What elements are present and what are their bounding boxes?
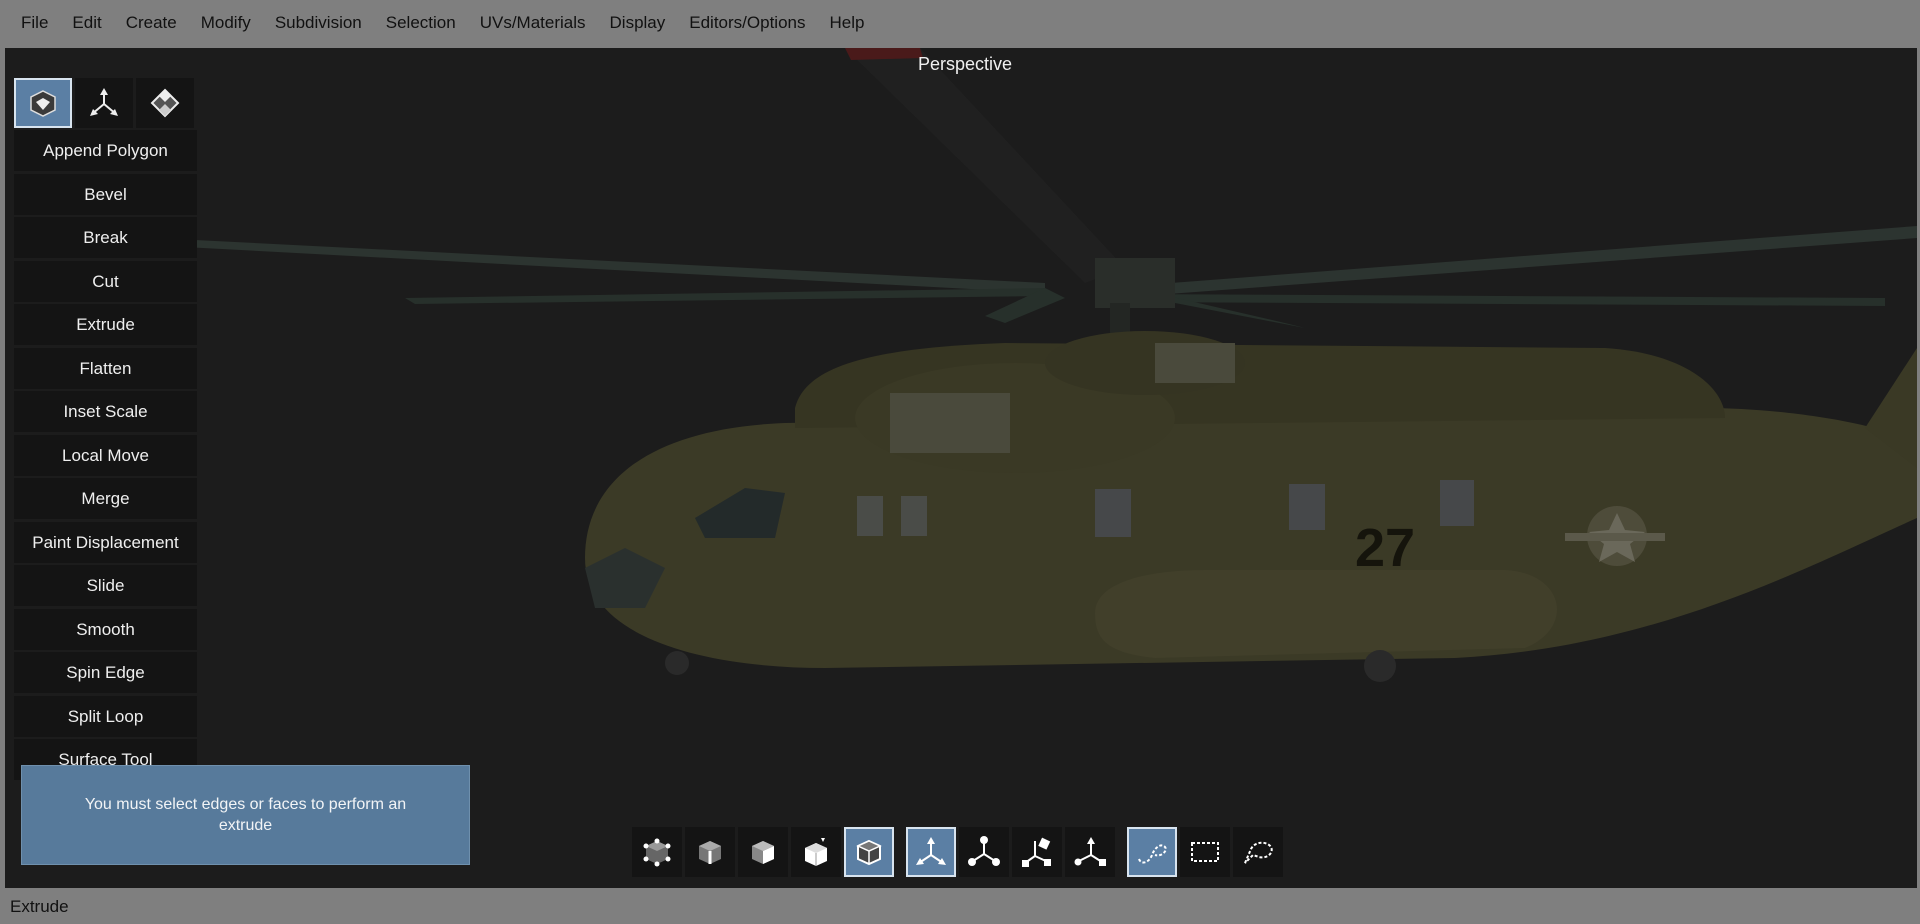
tool-smooth[interactable]: Smooth: [14, 608, 197, 650]
warning-message: You must select edges or faces to perfor…: [21, 765, 470, 865]
box-select-button[interactable]: [1180, 827, 1230, 877]
tool-spin-edge[interactable]: Spin Edge: [14, 652, 197, 693]
vertex-select-icon: [643, 838, 671, 867]
status-bar: Extrude: [0, 890, 1920, 924]
edge-select-button[interactable]: [685, 827, 735, 877]
menu-file[interactable]: File: [0, 0, 60, 46]
polygon-mode-button[interactable]: [14, 78, 73, 128]
face-select-icon: [752, 841, 774, 864]
model-marking: 27: [1355, 518, 1415, 578]
edge-select-icon: [699, 841, 721, 864]
tool-inset-scale[interactable]: Inset Scale: [14, 391, 197, 432]
scale-icon: [968, 836, 1000, 866]
helicopter-model: [155, 48, 1917, 682]
uv-mode-button[interactable]: [136, 78, 195, 128]
universal-manipulator-button[interactable]: [1065, 827, 1115, 877]
rotate-tool-button[interactable]: [1012, 827, 1062, 877]
vertex-select-button[interactable]: [632, 827, 682, 877]
menu-uvs-materials[interactable]: UVs/Materials: [468, 0, 598, 46]
box-select-icon: [1191, 842, 1219, 862]
menu-subdivision[interactable]: Subdivision: [263, 0, 374, 46]
freeform-select-icon: [1244, 841, 1273, 864]
svg-text:27: 27: [1355, 518, 1415, 578]
transform-mode-button[interactable]: [75, 78, 134, 128]
tool-split-loop[interactable]: Split Loop: [14, 695, 197, 737]
tool-extrude[interactable]: Extrude: [14, 304, 197, 345]
lasso-select-button[interactable]: [1127, 827, 1177, 877]
object-select-icon: [805, 838, 827, 866]
uv-mode-icon: [150, 88, 180, 118]
menu-bar: File Edit Create Modify Subdivision Sele…: [0, 0, 1920, 46]
tool-slide[interactable]: Slide: [14, 565, 197, 606]
menu-create[interactable]: Create: [114, 0, 189, 46]
mode-switcher: [14, 78, 197, 128]
tool-list: Append Polygon Bevel Break Cut Extrude F…: [14, 130, 197, 822]
bottom-toolbar: [632, 827, 1286, 879]
tool-cut[interactable]: Cut: [14, 260, 197, 302]
multi-select-icon: [856, 839, 882, 866]
universal-manipulator-icon: [1074, 837, 1106, 866]
tool-panel: Append Polygon Bevel Break Cut Extrude F…: [14, 78, 197, 822]
menu-edit[interactable]: Edit: [60, 0, 113, 46]
freeform-select-button[interactable]: [1233, 827, 1283, 877]
viewport-label: Perspective: [917, 54, 1013, 74]
menu-editors-options[interactable]: Editors/Options: [677, 0, 817, 46]
transform-mode-icon: [90, 88, 119, 116]
tool-break[interactable]: Break: [14, 217, 197, 258]
status-text: Extrude: [10, 897, 69, 916]
move-icon: [916, 837, 946, 865]
tool-append-polygon[interactable]: Append Polygon: [14, 130, 197, 171]
menu-selection[interactable]: Selection: [374, 0, 468, 46]
tool-flatten[interactable]: Flatten: [14, 347, 197, 389]
tool-local-move[interactable]: Local Move: [14, 434, 197, 476]
rotate-icon: [1022, 837, 1051, 867]
tool-bevel[interactable]: Bevel: [14, 173, 197, 215]
tool-merge[interactable]: Merge: [14, 478, 197, 519]
tool-paint-displacement[interactable]: Paint Displacement: [14, 521, 197, 563]
menu-help[interactable]: Help: [818, 0, 877, 46]
move-tool-button[interactable]: [906, 827, 956, 877]
object-select-button[interactable]: [791, 827, 841, 877]
menu-modify[interactable]: Modify: [189, 0, 263, 46]
scale-tool-button[interactable]: [959, 827, 1009, 877]
viewport-3d[interactable]: Perspective 27: [5, 48, 1917, 888]
menu-display[interactable]: Display: [598, 0, 678, 46]
polygon-mode-icon: [30, 90, 56, 117]
multi-select-button[interactable]: [844, 827, 894, 877]
lasso-select-icon: [1138, 844, 1167, 864]
face-select-button[interactable]: [738, 827, 788, 877]
